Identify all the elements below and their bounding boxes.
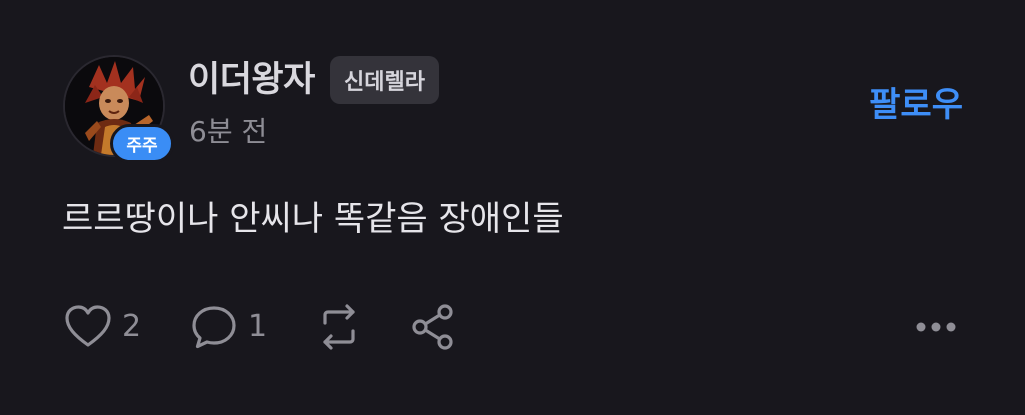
post-text: 르르땅이나 안씨나 똑같음 장애인들: [62, 199, 564, 239]
more-options-button[interactable]: [915, 298, 957, 356]
repost-button[interactable]: [313, 298, 365, 356]
shareholder-badge: 주주: [110, 124, 174, 163]
repost-icon: [323, 304, 355, 350]
comment-bubble-icon: [192, 306, 236, 349]
like-button[interactable]: 2: [64, 298, 141, 356]
like-count: 2: [122, 309, 142, 344]
comment-count: 1: [248, 309, 268, 344]
author-tag-badge: 신데렐라: [330, 56, 439, 104]
author-name[interactable]: 이더왕자: [188, 56, 315, 104]
share-icon: [412, 304, 453, 350]
follow-button[interactable]: 팔로우: [869, 82, 963, 128]
comment-button[interactable]: 1: [190, 298, 267, 356]
more-dots-icon: [916, 322, 956, 332]
heart-icon: [65, 305, 111, 347]
action-bar: 2 1: [0, 298, 1025, 356]
post-timestamp: 6분 전: [189, 115, 268, 148]
post-card: 주주 이더왕자 신데렐라 6분 전 팔로우 르르땅이나 안씨나 똑같음 장애인들…: [0, 0, 1025, 415]
share-button[interactable]: [410, 298, 456, 356]
